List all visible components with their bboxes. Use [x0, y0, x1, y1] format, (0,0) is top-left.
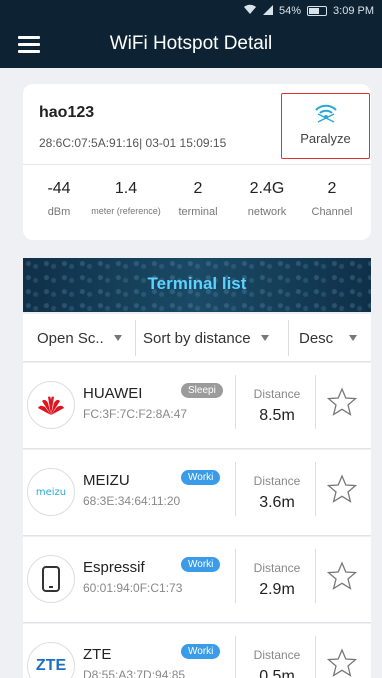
stat-distance: 1.4 meter (reference) — [91, 180, 161, 216]
hotspot-card: hao123 28:6C:07:5A:91:16| 03-01 15:09:15… — [23, 84, 371, 240]
signal-icon — [263, 4, 273, 18]
list-item[interactable]: ZTE ZTE Worki D8:55:A3:7D:94:85 Distance… — [23, 624, 371, 678]
column-separator — [235, 549, 236, 603]
order-dropdown[interactable]: Desc — [299, 314, 358, 362]
distance-label: Distance — [253, 387, 301, 401]
filter-separator — [135, 320, 136, 356]
stat-network: 2.4G network — [247, 180, 287, 218]
device-name: Espressif — [83, 559, 145, 576]
list-item[interactable]: meizu MEIZU Worki 68:3E:34:64:11:20 Dist… — [23, 450, 371, 536]
star-icon[interactable] — [327, 648, 357, 678]
distance-value: 3.6m — [259, 494, 295, 511]
column-separator — [315, 375, 316, 429]
column-separator — [315, 462, 316, 516]
distance-value: 2.9m — [259, 581, 295, 598]
distance-label: Distance — [253, 474, 301, 488]
column-separator — [235, 636, 236, 678]
chevron-down-icon — [349, 335, 358, 341]
status-bar: 54% 3:09 PM — [243, 4, 374, 18]
device-name: MEIZU — [83, 472, 130, 489]
hotspot-ssid: hao123 — [39, 104, 95, 121]
column-separator — [315, 549, 316, 603]
distance-value: 8.5m — [259, 407, 295, 424]
device-mac: 60:01:94:0F:C1:73 — [83, 581, 183, 595]
device-mac: FC:3F:7C:F2:8A:47 — [83, 407, 188, 421]
huawei-logo — [27, 381, 75, 429]
list-item[interactable]: Espressif Worki 60:01:94:0F:C1:73 Distan… — [23, 537, 371, 623]
phone-icon — [27, 555, 75, 603]
scan-filter-dropdown[interactable]: Open Sc.. — [37, 314, 122, 362]
wifi-icon — [243, 4, 257, 18]
page-title: WiFi Hotspot Detail — [109, 33, 273, 54]
paralyze-wifi-icon — [314, 104, 337, 123]
terminal-list-banner: Terminal list — [23, 258, 371, 312]
status-badge: Worki — [181, 644, 221, 659]
meizu-logo: meizu — [27, 468, 75, 516]
card-divider — [23, 164, 371, 165]
chevron-down-icon — [260, 335, 269, 341]
terminal-list-title: Terminal list — [147, 274, 247, 293]
status-badge: Sleepi — [181, 383, 223, 398]
distance-value: 0.5m — [259, 668, 295, 678]
stat-terminal: 2 terminal — [178, 180, 218, 218]
clock: 3:09 PM — [333, 5, 374, 17]
status-badge: Worki — [181, 557, 221, 572]
device-mac: D8:55:A3:7D:94:85 — [83, 668, 186, 678]
stat-signal: -44 dBm — [47, 180, 71, 218]
column-separator — [235, 462, 236, 516]
device-mac: 68:3E:34:64:11:20 — [83, 494, 181, 508]
star-icon[interactable] — [327, 387, 357, 417]
stat-channel: 2 Channel — [311, 180, 353, 218]
battery-icon — [307, 6, 328, 16]
column-separator — [315, 636, 316, 678]
distance-label: Distance — [253, 648, 301, 662]
list-item[interactable]: HUAWEI Sleepi FC:3F:7C:F2:8A:47 Distance… — [23, 363, 371, 449]
device-name: ZTE — [83, 646, 112, 663]
paralyze-button[interactable]: Paralyze — [281, 93, 370, 159]
distance-label: Distance — [253, 561, 301, 575]
star-icon[interactable] — [327, 561, 357, 591]
column-separator — [235, 375, 236, 429]
hotspot-mac-time: 28:6C:07:5A:91:16| 03-01 15:09:15 — [39, 136, 227, 150]
battery-percent: 54% — [279, 5, 302, 17]
device-name: HUAWEI — [83, 385, 143, 402]
app-header: 54% 3:09 PM WiFi Hotspot Detail — [0, 0, 382, 68]
zte-logo: ZTE — [27, 642, 75, 678]
chevron-down-icon — [113, 335, 122, 341]
star-icon[interactable] — [327, 474, 357, 504]
filter-separator — [288, 320, 289, 356]
sort-dropdown[interactable]: Sort by distance — [143, 314, 269, 362]
paralyze-label: Paralyze — [300, 131, 351, 146]
status-badge: Worki — [181, 470, 221, 485]
filter-bar: Open Sc.. Sort by distance Desc — [23, 314, 371, 362]
